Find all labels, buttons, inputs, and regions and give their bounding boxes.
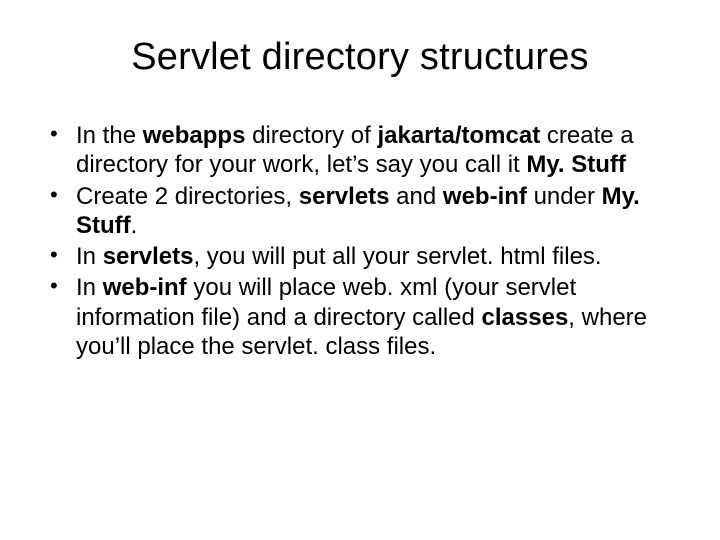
page-title: Servlet directory structures: [36, 36, 684, 79]
list-item: In the webapps directory of jakarta/tomc…: [40, 121, 680, 180]
text-run: webapps: [143, 122, 246, 149]
text-run: directory of: [245, 122, 377, 149]
list-item: In servlets, you will put all your servl…: [40, 242, 680, 271]
text-run: , you will put all your servlet. html fi…: [193, 243, 601, 270]
bullet-list: In the webapps directory of jakarta/tomc…: [36, 121, 684, 361]
slide: Servlet directory structures In the weba…: [0, 0, 720, 540]
text-run: servlets: [299, 183, 390, 210]
text-run: In: [76, 243, 103, 270]
text-run: web-inf: [103, 274, 187, 301]
text-run: My. Stuff: [526, 151, 626, 178]
list-item: In web-inf you will place web. xml (your…: [40, 273, 680, 361]
text-run: under: [527, 183, 602, 210]
text-run: In: [76, 274, 103, 301]
text-run: web-inf: [443, 183, 527, 210]
text-run: and: [390, 183, 443, 210]
text-run: In the: [76, 122, 143, 149]
text-run: classes: [482, 304, 569, 331]
list-item: Create 2 directories, servlets and web-i…: [40, 182, 680, 241]
text-run: .: [131, 212, 138, 239]
text-run: jakarta/tomcat: [377, 122, 540, 149]
text-run: servlets: [103, 243, 194, 270]
text-run: Create 2 directories,: [76, 183, 299, 210]
